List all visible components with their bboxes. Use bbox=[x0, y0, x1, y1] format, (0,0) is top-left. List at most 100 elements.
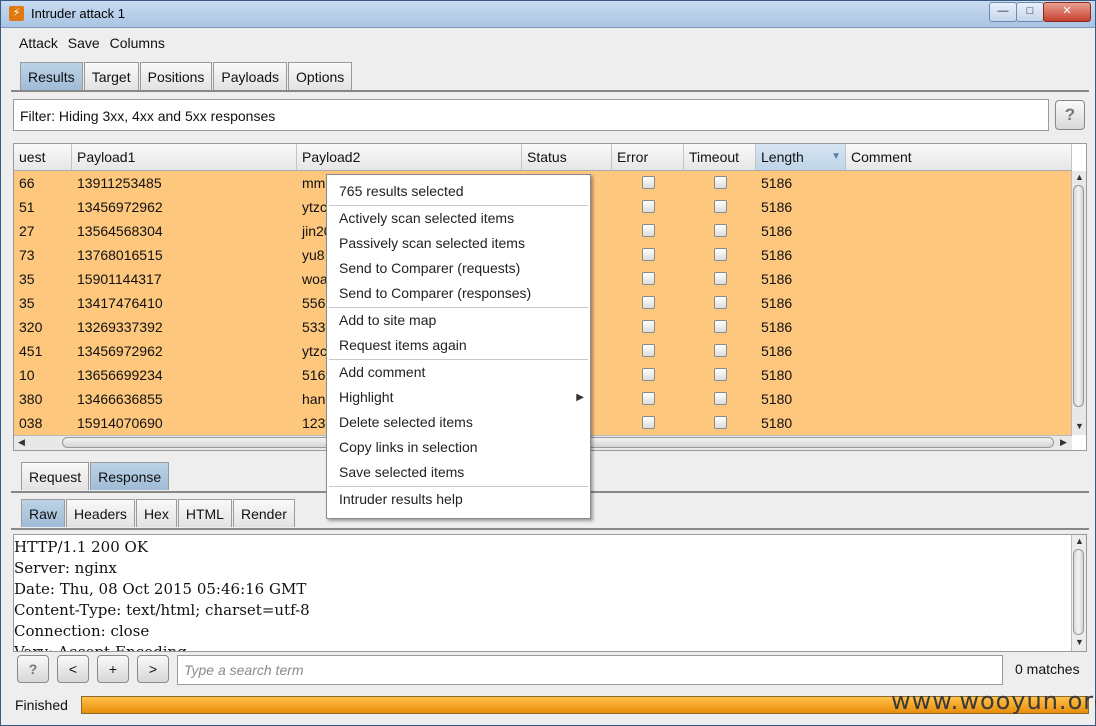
cell-request: 73 bbox=[19, 247, 35, 263]
window-title: Intruder attack 1 bbox=[31, 6, 125, 21]
column-timeout[interactable]: Timeout bbox=[684, 144, 756, 170]
column-payload1[interactable]: Payload1 bbox=[72, 144, 297, 170]
tab-options[interactable]: Options bbox=[288, 62, 353, 90]
cell-length: 5180 bbox=[761, 367, 793, 383]
cell-length: 5186 bbox=[761, 199, 793, 215]
search-help-button[interactable]: ? bbox=[17, 655, 49, 683]
editor-scroll-down-icon[interactable]: ▼ bbox=[1075, 637, 1084, 647]
editor-scroll-thumb[interactable] bbox=[1073, 549, 1084, 635]
intruder-window: ⚡ Intruder attack 1 — □ ✕ Attack Save Co… bbox=[0, 0, 1096, 726]
menu-columns[interactable]: Columns bbox=[110, 31, 165, 51]
column-request[interactable]: uest bbox=[14, 144, 72, 170]
cell-request: 66 bbox=[19, 175, 35, 191]
timeout-checkbox bbox=[714, 416, 727, 429]
tab-target[interactable]: Target bbox=[83, 62, 139, 90]
timeout-checkbox bbox=[714, 392, 727, 405]
menu-item-actively-scan-selected-items[interactable]: Actively scan selected items bbox=[327, 206, 590, 231]
menu-item-delete-selected-items[interactable]: Delete selected items bbox=[327, 410, 590, 435]
cell-request: 35 bbox=[19, 271, 35, 287]
search-match-count: 0 matches bbox=[1015, 661, 1080, 677]
editor-vertical-scrollbar[interactable]: ▲ ▼ bbox=[1071, 535, 1086, 651]
cell-length: 5180 bbox=[761, 391, 793, 407]
error-checkbox bbox=[642, 248, 655, 261]
title-bar: ⚡ Intruder attack 1 — □ ✕ bbox=[1, 1, 1095, 28]
minimize-icon[interactable]: — bbox=[989, 2, 1017, 22]
cell-payload1: 13456972962 bbox=[77, 343, 163, 359]
editor-scroll-up-icon[interactable]: ▲ bbox=[1075, 536, 1084, 546]
error-checkbox bbox=[642, 296, 655, 309]
tab-results[interactable]: Results bbox=[20, 62, 83, 90]
timeout-checkbox bbox=[714, 368, 727, 381]
cell-length: 5180 bbox=[761, 415, 793, 431]
column-length[interactable]: Length ▼ bbox=[756, 144, 846, 170]
column-error[interactable]: Error bbox=[612, 144, 684, 170]
tab-request[interactable]: Request bbox=[21, 462, 90, 490]
timeout-checkbox bbox=[714, 200, 727, 213]
search-options-button[interactable]: + bbox=[97, 655, 129, 683]
error-checkbox bbox=[642, 368, 655, 381]
burp-app-icon: ⚡ bbox=[9, 6, 24, 21]
menu-item-request-items-again[interactable]: Request items again bbox=[327, 333, 590, 358]
filter-help-button[interactable]: ? bbox=[1055, 100, 1085, 130]
scroll-up-icon[interactable]: ▲ bbox=[1075, 172, 1084, 182]
menu-item-send-to-comparer-responses[interactable]: Send to Comparer (responses) bbox=[327, 281, 590, 306]
column-payload2[interactable]: Payload2 bbox=[297, 144, 522, 170]
cell-payload1: 13269337392 bbox=[77, 319, 163, 335]
menu-bar: Attack Save Columns bbox=[9, 31, 165, 55]
maximize-icon[interactable]: □ bbox=[1016, 2, 1044, 22]
cell-length: 5186 bbox=[761, 175, 793, 191]
cell-payload1: 13911253485 bbox=[77, 175, 162, 191]
cell-length: 5186 bbox=[761, 223, 793, 239]
table-vertical-scroll-thumb[interactable] bbox=[1073, 185, 1084, 407]
cell-request: 51 bbox=[19, 199, 35, 215]
menu-item-highlight[interactable]: Highlight ▶ bbox=[327, 385, 590, 410]
cell-request: 451 bbox=[19, 343, 43, 359]
menu-item-intruder-results-help[interactable]: Intruder results help bbox=[327, 487, 590, 512]
cell-length: 5186 bbox=[761, 319, 793, 335]
submenu-arrow-icon: ▶ bbox=[576, 392, 584, 403]
tab-html[interactable]: HTML bbox=[177, 499, 232, 527]
scroll-right-icon[interactable]: ▶ bbox=[1060, 437, 1067, 448]
error-checkbox bbox=[642, 320, 655, 333]
menu-item-send-to-comparer-requests[interactable]: Send to Comparer (requests) bbox=[327, 256, 590, 281]
search-input[interactable]: Type a search term bbox=[177, 655, 1003, 685]
column-comment[interactable]: Comment bbox=[846, 144, 1072, 170]
menu-save[interactable]: Save bbox=[68, 31, 100, 51]
timeout-checkbox bbox=[714, 296, 727, 309]
cell-payload1: 13466636855 bbox=[77, 391, 163, 407]
tab-headers[interactable]: Headers bbox=[66, 499, 135, 527]
table-header: uest Payload1 Payload2 Status Error Time… bbox=[14, 144, 1072, 171]
menu-item-copy-links-in-selection[interactable]: Copy links in selection bbox=[327, 435, 590, 460]
cell-length: 5186 bbox=[761, 271, 793, 287]
timeout-checkbox bbox=[714, 248, 727, 261]
attack-tabs: Results Target Positions Payloads Option… bbox=[20, 62, 353, 90]
tab-response[interactable]: Response bbox=[90, 462, 170, 490]
column-status[interactable]: Status bbox=[522, 144, 612, 170]
close-icon[interactable]: ✕ bbox=[1043, 2, 1091, 22]
menu-item-add-comment[interactable]: Add comment bbox=[327, 360, 590, 385]
tab-render[interactable]: Render bbox=[232, 499, 295, 527]
cell-payload1: 13456972962 bbox=[77, 199, 163, 215]
cell-payload1: 13768016515 bbox=[77, 247, 163, 263]
search-previous-button[interactable]: < bbox=[57, 655, 89, 683]
search-next-button[interactable]: > bbox=[137, 655, 169, 683]
scroll-left-icon[interactable]: ◀ bbox=[18, 437, 25, 448]
column-length-label: Length bbox=[761, 149, 804, 165]
timeout-checkbox bbox=[714, 320, 727, 333]
cell-payload1: 13564568304 bbox=[77, 223, 163, 239]
tab-payloads[interactable]: Payloads bbox=[213, 62, 288, 90]
response-editor[interactable]: HTTP/1.1 200 OK Server: nginx Date: Thu,… bbox=[13, 534, 1087, 652]
tab-hex[interactable]: Hex bbox=[135, 499, 177, 527]
sort-descending-icon: ▼ bbox=[831, 151, 841, 162]
table-vertical-scrollbar[interactable]: ▲ ▼ bbox=[1071, 171, 1086, 435]
menu-item-add-to-site-map[interactable]: Add to site map bbox=[327, 308, 590, 333]
tab-raw[interactable]: Raw bbox=[21, 499, 66, 527]
error-checkbox bbox=[642, 200, 655, 213]
results-filter-bar[interactable]: Filter: Hiding 3xx, 4xx and 5xx response… bbox=[13, 99, 1049, 131]
tab-positions[interactable]: Positions bbox=[139, 62, 213, 90]
menu-item-passively-scan-selected-items[interactable]: Passively scan selected items bbox=[327, 231, 590, 256]
menu-item-save-selected-items[interactable]: Save selected items bbox=[327, 460, 590, 485]
cell-request: 27 bbox=[19, 223, 35, 239]
menu-attack[interactable]: Attack bbox=[19, 31, 58, 51]
scroll-down-icon[interactable]: ▼ bbox=[1075, 421, 1084, 431]
